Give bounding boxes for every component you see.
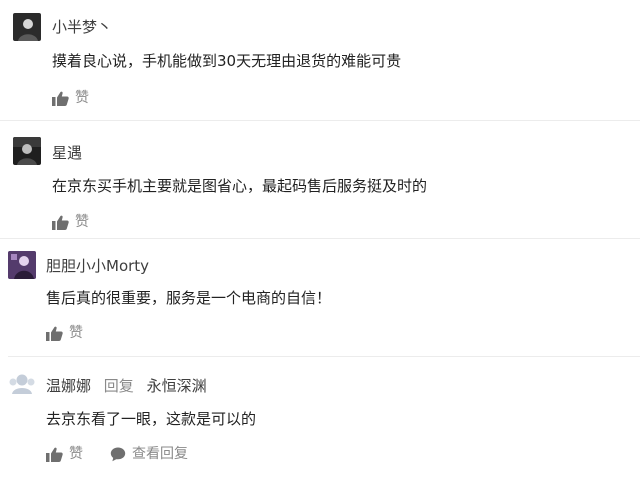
- user-avatar[interactable]: [13, 13, 41, 41]
- comment-text: 在京东买手机主要就是图省心，最起码售后服务挺及时的: [52, 177, 428, 195]
- comment-item: 星遇 在京东买手机主要就是图省心，最起码售后服务挺及时的 赞: [0, 121, 640, 239]
- comment-bubble-icon: [110, 447, 126, 461]
- comment-username[interactable]: 胆胆小小Morty: [46, 256, 149, 276]
- dark-user-avatar-icon: [13, 137, 41, 165]
- comment-username[interactable]: 星遇: [52, 143, 82, 163]
- user-avatar[interactable]: [8, 251, 36, 279]
- thumbs-up-icon: [52, 215, 69, 230]
- reply-label: 回复: [103, 377, 134, 395]
- default-user-avatar-icon: [9, 374, 35, 394]
- view-replies-label: 查看回复: [132, 446, 188, 462]
- like-label: 赞: [69, 325, 83, 341]
- comment-text: 售后真的很重要，服务是一个电商的自信！: [46, 289, 332, 307]
- reply-target-username[interactable]: 永恒深渊: [147, 377, 207, 395]
- purple-user-avatar-icon: [8, 251, 36, 279]
- comment-username[interactable]: 小半梦丶: [52, 17, 112, 37]
- thumbs-up-icon: [52, 91, 69, 106]
- comment-item: 胆胆小小Morty 售后真的很重要，服务是一个电商的自信！ 赞: [0, 239, 640, 357]
- dark-user-avatar-icon: [13, 13, 41, 41]
- like-label: 赞: [75, 214, 89, 230]
- comment-username[interactable]: 温娜娜: [46, 377, 91, 395]
- comment-text: 摸着良心说，手机能做到30天无理由退货的难能可贵: [52, 52, 402, 70]
- reply-header: 温娜娜 回复 永恒深渊: [46, 376, 207, 396]
- thumbs-up-icon: [46, 326, 63, 341]
- comment-list: 小半梦丶 摸着良心说，手机能做到30天无理由退货的难能可贵 赞 星遇 在京东买手…: [0, 0, 640, 479]
- view-replies-button[interactable]: 查看回复: [110, 445, 188, 463]
- like-label: 赞: [69, 446, 83, 462]
- comment-text: 去京东看了一眼，这款是可以的: [46, 410, 257, 428]
- like-button[interactable]: 赞: [52, 213, 89, 231]
- thumbs-up-icon: [46, 447, 63, 462]
- comment-item: 小半梦丶 摸着良心说，手机能做到30天无理由退货的难能可贵 赞: [0, 0, 640, 121]
- like-button[interactable]: 赞: [46, 324, 83, 342]
- like-label: 赞: [75, 90, 89, 106]
- like-button[interactable]: 赞: [52, 89, 89, 107]
- user-avatar[interactable]: [13, 137, 41, 165]
- like-button[interactable]: 赞: [46, 445, 83, 463]
- user-avatar[interactable]: [8, 372, 36, 394]
- comment-item: 温娜娜 回复 永恒深渊 去京东看了一眼，这款是可以的 赞 查看回复: [0, 357, 640, 479]
